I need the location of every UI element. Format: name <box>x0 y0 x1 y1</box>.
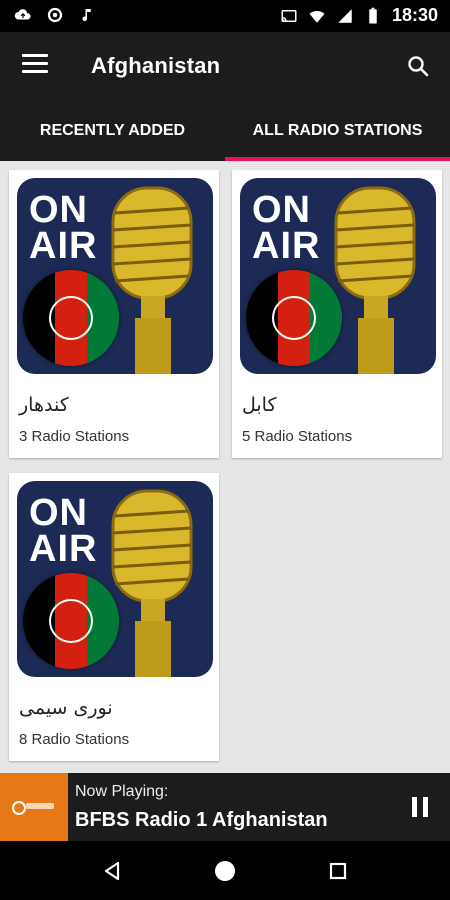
app-bar: Afghanistan <box>0 32 450 100</box>
cast-icon <box>281 9 297 22</box>
status-bar: 18:30 <box>0 0 450 32</box>
signal-icon <box>338 8 352 23</box>
afghanistan-flag-icon <box>23 270 119 366</box>
tab-recently-added[interactable]: RECENTLY ADDED <box>0 100 225 161</box>
music-note-icon <box>82 9 91 22</box>
on-air-text: ON AIR <box>252 189 321 267</box>
region-card[interactable]: ON AIR نوری سیمی 8 Radio Stations <box>9 473 219 761</box>
page-title: Afghanistan <box>91 53 221 78</box>
station-logo <box>0 773 68 841</box>
status-time: 18:30 <box>391 5 438 25</box>
region-card[interactable]: ON AIR کابل 5 Radio Stations <box>232 170 442 458</box>
microphone-icon <box>111 489 193 677</box>
hamburger-menu-icon[interactable] <box>22 54 48 76</box>
battery-icon <box>369 7 377 23</box>
card-station-count: 5 Radio Stations <box>242 428 353 445</box>
on-air-text: ON AIR <box>29 492 98 570</box>
on-air-thumbnail: ON AIR <box>240 178 436 374</box>
microphone-icon <box>334 186 416 374</box>
region-card[interactable]: ON AIR کندهار 3 Radio Stations <box>9 170 219 458</box>
on-air-thumbnail: ON AIR <box>17 481 213 677</box>
tab-bar: RECENTLY ADDED ALL RADIO STATIONS <box>0 100 450 161</box>
pause-icon[interactable] <box>412 797 430 817</box>
system-nav-bar <box>0 841 450 900</box>
location-icon <box>47 7 63 23</box>
wifi-icon <box>309 10 325 23</box>
back-icon[interactable] <box>100 859 124 883</box>
recents-icon[interactable] <box>326 859 350 883</box>
afghanistan-flag-icon <box>246 270 342 366</box>
now-playing-label: Now Playing: <box>75 783 169 800</box>
card-station-count: 3 Radio Stations <box>19 428 130 445</box>
home-icon[interactable] <box>213 859 237 883</box>
now-playing-bar[interactable]: Now Playing: BFBS Radio 1 Afghanistan <box>0 773 450 841</box>
on-air-thumbnail: ON AIR <box>17 178 213 374</box>
card-title: نوری سیمی <box>19 697 113 719</box>
card-title: کابل <box>242 394 277 416</box>
now-playing-station: BFBS Radio 1 Afghanistan <box>75 809 328 831</box>
card-station-count: 8 Radio Stations <box>19 731 130 748</box>
tab-all-radio-stations[interactable]: ALL RADIO STATIONS <box>225 100 450 161</box>
microphone-icon <box>111 186 193 374</box>
cloud-upload-icon <box>14 9 31 20</box>
on-air-text: ON AIR <box>29 189 98 267</box>
card-title: کندهار <box>19 394 69 416</box>
search-icon[interactable] <box>406 54 430 78</box>
afghanistan-flag-icon <box>23 573 119 669</box>
